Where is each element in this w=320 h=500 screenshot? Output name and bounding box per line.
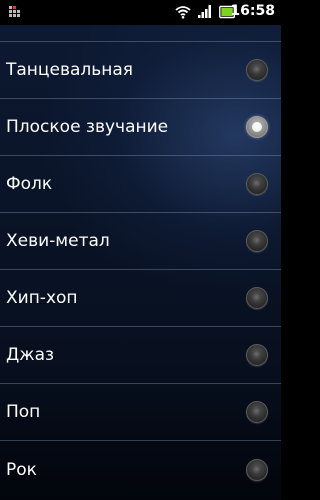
radio-dot-icon xyxy=(252,65,262,75)
radio-dot-icon xyxy=(252,122,262,132)
signal-icon xyxy=(198,5,211,18)
preset-item-hip-hop[interactable]: Хип-хоп xyxy=(0,270,281,327)
wifi-icon xyxy=(175,6,191,19)
equalizer-preset-list: Танцевальная Плоское звучание Фолк Хеви-… xyxy=(0,42,281,498)
preset-item-pop[interactable]: Поп xyxy=(0,384,281,441)
radio-button[interactable] xyxy=(246,173,268,195)
radio-dot-icon xyxy=(252,293,262,303)
preset-item-flat[interactable]: Плоское звучание xyxy=(0,99,281,156)
status-bar: 16:58 xyxy=(0,0,281,25)
preset-item-jazz[interactable]: Джаз xyxy=(0,327,281,384)
radio-button[interactable] xyxy=(246,287,268,309)
radio-dot-icon xyxy=(252,407,262,417)
radio-button[interactable] xyxy=(246,344,268,366)
status-clock: 16:58 xyxy=(230,3,275,19)
preset-label: Рок xyxy=(6,459,37,480)
radio-dot-icon xyxy=(252,464,262,475)
radio-dot-icon xyxy=(252,350,262,360)
radio-dot-icon xyxy=(252,236,262,246)
radio-button[interactable] xyxy=(246,458,268,481)
notification-icon xyxy=(9,6,20,17)
preset-item-dance[interactable]: Танцевальная xyxy=(0,42,281,99)
preset-label: Танцевальная xyxy=(6,60,134,80)
preset-item-rock[interactable]: Рок xyxy=(0,441,281,498)
screen: 16:58 Танцевальная Плоское звучание Фолк… xyxy=(0,0,281,500)
preset-item-folk[interactable]: Фолк xyxy=(0,156,281,213)
preset-label: Плоское звучание xyxy=(6,117,169,137)
preset-label: Джаз xyxy=(6,345,55,365)
radio-button[interactable] xyxy=(246,230,268,252)
radio-button[interactable] xyxy=(246,59,268,81)
preset-label: Хеви-метал xyxy=(6,231,110,251)
preset-label: Хип-хоп xyxy=(6,288,78,308)
preset-label: Фолк xyxy=(6,174,53,194)
radio-dot-icon xyxy=(252,179,262,189)
radio-button[interactable] xyxy=(246,401,268,423)
radio-button-selected[interactable] xyxy=(246,116,268,138)
preset-label: Поп xyxy=(6,402,41,422)
preset-item-heavy-metal[interactable]: Хеви-метал xyxy=(0,213,281,270)
